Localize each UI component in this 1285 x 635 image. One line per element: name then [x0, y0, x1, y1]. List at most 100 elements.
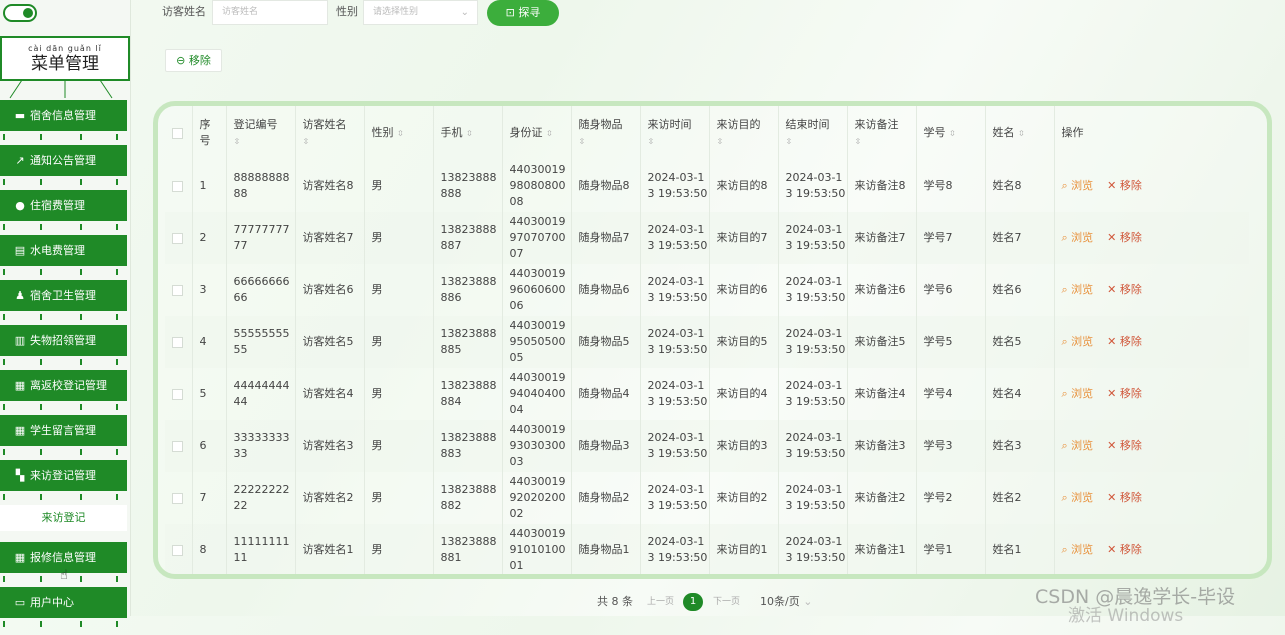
row-student-name: 姓名5 [985, 316, 1055, 368]
pagination-prev[interactable]: 上一页 [647, 593, 674, 611]
view-button[interactable]: ⌕ 浏览 [1062, 543, 1094, 556]
row-select-cell [165, 420, 193, 472]
view-button[interactable]: ⌕ 浏览 [1062, 491, 1094, 504]
sidebar-item-5[interactable]: ♟ 宿舍卫生管理 [0, 280, 127, 311]
delete-button[interactable]: ✕ 移除 [1107, 543, 1142, 556]
row-checkbox[interactable] [172, 492, 183, 504]
view-button[interactable]: ⌕ 浏览 [1062, 387, 1094, 400]
header-label: 登记编号 [233, 117, 278, 131]
hand-cursor-icon: ☝ [60, 568, 68, 583]
row-actions: ⌕ 浏览 ✕ 移除 [1054, 160, 1249, 212]
row-checkbox[interactable] [172, 544, 183, 556]
sidebar-item-6[interactable]: ▥ 失物招领管理 [0, 325, 127, 356]
row-purpose: 来访目的3 [709, 420, 779, 472]
row-index: 3 [192, 264, 227, 316]
sort-icon: ⇳ [1018, 128, 1025, 138]
header-visit-time[interactable]: 来访时间 ⇳ [640, 106, 710, 160]
row-phone: 13823888 882 [433, 472, 503, 524]
sidebar-subitem-visit-register[interactable]: 来访登记 [0, 505, 127, 531]
row-purpose: 来访目的1 [709, 524, 779, 574]
row-code: 44444444 44 [226, 368, 296, 420]
pagination-page-size[interactable]: 10条/页 ⌄ [760, 593, 812, 611]
row-checkbox[interactable] [172, 180, 183, 192]
row-note: 来访备注4 [847, 368, 917, 420]
sort-icon: ⇳ [397, 128, 404, 138]
sidebar-item-2[interactable]: ↗ 通知公告管理 [0, 145, 127, 176]
header-phone[interactable]: 手机 ⇳ [433, 106, 503, 160]
delete-button[interactable]: ✕ 移除 [1107, 231, 1142, 244]
row-checkbox[interactable] [172, 440, 183, 452]
row-visit-time: 2024-03-1 3 19:53:50 [640, 316, 710, 368]
row-items: 随身物品5 [571, 316, 641, 368]
row-checkbox[interactable] [172, 284, 183, 296]
row-checkbox[interactable] [172, 336, 183, 348]
delete-button[interactable]: ✕ 移除 [1107, 491, 1142, 504]
row-phone: 13823888 888 [433, 160, 503, 212]
header-code[interactable]: 登记编号 ⇳ [226, 106, 296, 160]
close-icon: ✕ [1107, 491, 1120, 504]
delete-button[interactable]: ✕ 移除 [1107, 439, 1142, 452]
pagination-next[interactable]: 下一页 [713, 593, 740, 611]
sidebar-item-3[interactable]: ● 住宿费管理 [0, 190, 127, 221]
search-button[interactable]: ⊡ 探寻 [487, 0, 559, 26]
header-label: 来访时间 [647, 117, 692, 131]
header-purpose[interactable]: 来访目的 ⇳ [709, 106, 779, 160]
row-end-time: 2024-03-1 3 19:53:50 [778, 472, 848, 524]
row-idcard: 44030019 97070700 07 [502, 212, 572, 264]
row-student-no: 学号5 [916, 316, 986, 368]
header-end-time[interactable]: 结束时间 ⇳ [778, 106, 848, 160]
row-student-no: 学号7 [916, 212, 986, 264]
delete-button[interactable]: ✕ 移除 [1107, 387, 1142, 400]
toggle-knob [23, 8, 33, 18]
row-student-name: 姓名7 [985, 212, 1055, 264]
row-note: 来访备注5 [847, 316, 917, 368]
row-visitor-name: 访客姓名2 [295, 472, 365, 524]
batch-remove-button[interactable]: ⊖ 移除 [165, 49, 222, 72]
chevron-down-icon: ⌄ [803, 595, 813, 608]
select-all-checkbox[interactable] [172, 127, 183, 139]
row-actions: ⌕ 浏览 ✕ 移除 [1054, 472, 1249, 524]
row-student-no: 学号3 [916, 420, 986, 472]
header-note[interactable]: 来访备注 ⇳ [847, 106, 917, 160]
header-idcard[interactable]: 身份证 ⇳ [502, 106, 572, 160]
view-button[interactable]: ⌕ 浏览 [1062, 335, 1094, 348]
header-student-name[interactable]: 姓名 ⇳ [985, 106, 1055, 160]
header-label: 身份证 [509, 125, 543, 139]
header-visitor-name[interactable]: 访客姓名 ⇳ [295, 106, 365, 160]
close-icon: ✕ [1107, 439, 1120, 452]
view-button[interactable]: ⌕ 浏览 [1062, 179, 1094, 192]
sidebar-item-1[interactable]: ▬ 宿舍信息管理 [0, 100, 127, 131]
header-student-no[interactable]: 学号 ⇳ [916, 106, 986, 160]
row-visit-time: 2024-03-1 3 19:53:50 [640, 420, 710, 472]
view-button[interactable]: ⌕ 浏览 [1062, 439, 1094, 452]
pagination-page-1[interactable]: 1 [683, 593, 703, 611]
visitor-name-input[interactable]: 访客姓名 [212, 0, 328, 25]
sidebar-toggle[interactable] [3, 4, 37, 22]
header-items[interactable]: 随身物品 ⇳ [571, 106, 641, 160]
delete-button[interactable]: ✕ 移除 [1107, 335, 1142, 348]
sidebar-item-7[interactable]: ▦ 离返校登记管理 [0, 370, 127, 401]
row-gender: 男 [364, 264, 434, 316]
sidebar-item-8[interactable]: ▦ 学生留言管理 [0, 415, 127, 446]
header-label: 学号 [923, 125, 946, 139]
search-icon: ⌕ [1061, 283, 1072, 296]
header-gender[interactable]: 性别 ⇳ [364, 106, 434, 160]
sidebar-item-4[interactable]: ▤ 水电费管理 [0, 235, 127, 266]
delete-label: 移除 [1119, 179, 1142, 192]
delete-label: 移除 [1119, 491, 1142, 504]
row-checkbox[interactable] [172, 232, 183, 244]
person-icon: ♟ [15, 289, 25, 302]
view-button[interactable]: ⌕ 浏览 [1062, 283, 1094, 296]
gender-select[interactable]: 请选择性别 ⌄ [363, 0, 478, 25]
table-row: 6 33333333 33 访客姓名3 男 13823888 883 44030019 9… [165, 420, 1249, 472]
delete-button[interactable]: ✕ 移除 [1107, 283, 1142, 296]
row-checkbox[interactable] [172, 388, 183, 400]
view-label: 浏览 [1071, 543, 1094, 556]
row-visit-time: 2024-03-1 3 19:53:50 [640, 524, 710, 574]
row-index: 7 [192, 472, 227, 524]
view-button[interactable]: ⌕ 浏览 [1062, 231, 1094, 244]
row-idcard: 44030019 95050500 05 [502, 316, 572, 368]
sidebar-item-9[interactable]: ▚ 来访登记管理 [0, 460, 127, 491]
sidebar-item-11[interactable]: ▭ 用户中心 [0, 587, 127, 618]
delete-button[interactable]: ✕ 移除 [1107, 179, 1142, 192]
